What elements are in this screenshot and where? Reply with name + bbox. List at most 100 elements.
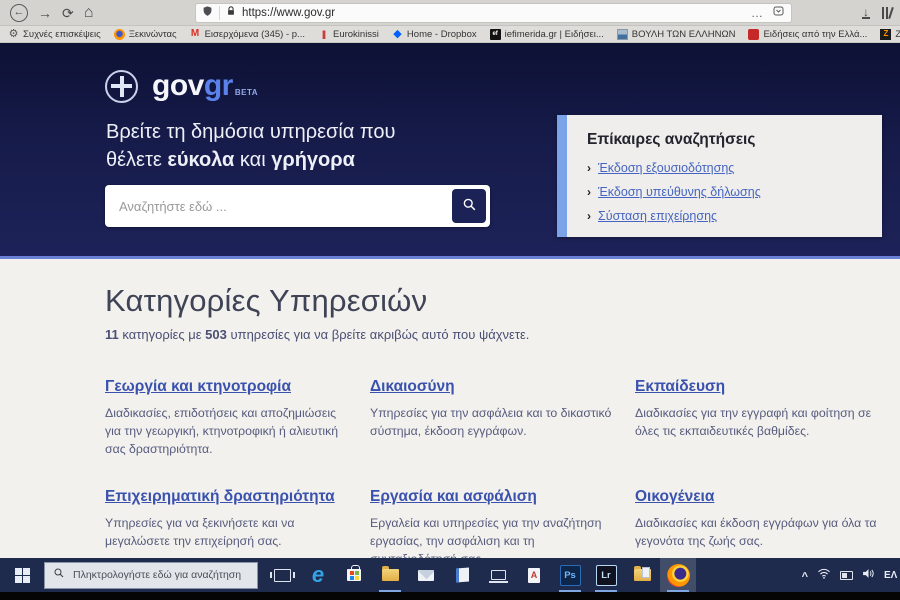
urlbar-divider — [219, 6, 220, 20]
shield-icon[interactable] — [202, 4, 213, 22]
bookmark-item[interactable]: ΒΟΥΛΗ ΤΩΝ ΕΛΛΗΝΩΝ — [617, 29, 736, 40]
url-text[interactable]: https://www.gov.gr — [242, 7, 751, 19]
firefox-icon — [667, 564, 690, 587]
folder-file-icon — [634, 569, 651, 581]
logo-gr: gr — [204, 69, 233, 102]
back-icon[interactable]: ← — [10, 4, 28, 22]
bookmark-item[interactable]: efiefimerida.gr | Ειδήσει... — [490, 29, 604, 40]
magnifier-icon — [462, 197, 477, 215]
start-button[interactable] — [0, 558, 44, 592]
power-status-icon[interactable] — [840, 571, 853, 580]
logo-text: govgrBETA — [152, 69, 258, 103]
store-icon — [347, 569, 361, 581]
zougla-icon: Z — [880, 29, 891, 40]
lightroom-icon: Lr — [596, 565, 617, 586]
firefox-button[interactable] — [660, 558, 696, 592]
site-search-input[interactable] — [105, 199, 452, 214]
parliament-flag-icon — [617, 29, 628, 40]
category-link[interactable]: Γεωργία και κτηνοτροφία — [105, 378, 291, 396]
iefimerida-icon: ef — [490, 29, 501, 40]
bookmark-item[interactable]: MΕισερχόμενα (345) - p... — [190, 29, 305, 40]
category-card: Εκπαίδευση Διαδικασίες για την εγγραφή κ… — [635, 378, 885, 458]
mail-icon — [418, 570, 434, 581]
a-document-icon: A — [528, 568, 540, 583]
windows-logo-icon — [15, 568, 30, 583]
page-actions-icon[interactable]: … — [751, 6, 764, 20]
bookmark-item[interactable]: Z Zougla online — [880, 29, 900, 40]
system-tray: ^ ΕΛ — [802, 558, 900, 592]
link-arrow-icon: › — [587, 209, 591, 223]
topical-link-label[interactable]: Έκδοση υπεύθυνης δήλωσης — [598, 185, 761, 199]
folder-shortcut-button[interactable] — [624, 558, 660, 592]
pocket-icon[interactable] — [772, 4, 785, 22]
topical-link[interactable]: › Σύσταση επιχείρησης — [587, 209, 862, 223]
downloads-icon[interactable]: ↓ — [862, 7, 870, 19]
link-arrow-icon: › — [587, 185, 591, 199]
category-link[interactable]: Εργασία και ασφάλιση — [370, 488, 537, 506]
refresh-icon[interactable]: ⟳ — [62, 6, 74, 20]
hero-section: govgrBETA Βρείτε τη δημόσια υπηρεσία που… — [0, 43, 900, 259]
categories-subtitle: 11 κατηγορίες με 503 υπηρεσίες για να βρ… — [105, 327, 900, 342]
mail-button[interactable] — [408, 558, 444, 592]
hero-heading: Βρείτε τη δημόσια υπηρεσία που θέλετε εύ… — [106, 118, 395, 174]
library-icon[interactable] — [882, 7, 892, 19]
categories-section: Κατηγορίες Υπηρεσιών 11 κατηγορίες με 50… — [0, 259, 900, 569]
bookmark-label: Home - Dropbox — [407, 29, 477, 40]
computer-app-button[interactable] — [480, 558, 516, 592]
home-icon[interactable]: ⌂ — [84, 5, 94, 21]
document-app-button[interactable]: A — [516, 558, 552, 592]
topical-link-label[interactable]: Έκδοση εξουσιοδότησης — [598, 161, 734, 175]
bookmark-item[interactable]: ⚙Συχνές επισκέψεις — [8, 29, 101, 40]
category-link[interactable]: Δικαιοσύνη — [370, 378, 455, 396]
store-button[interactable] — [336, 558, 372, 592]
category-grid: Γεωργία και κτηνοτροφία Διαδικασίες, επι… — [105, 378, 885, 569]
bookmark-label: Εισερχόμενα (345) - p... — [205, 29, 305, 40]
bookmark-item[interactable]: Ειδήσεις από την Ελλά... — [748, 29, 867, 40]
notebook-app-button[interactable] — [444, 558, 480, 592]
search-button[interactable] — [452, 189, 486, 223]
url-bar[interactable]: https://www.gov.gr … — [195, 3, 792, 23]
category-link[interactable]: Οικογένεια — [635, 488, 714, 506]
task-view-button[interactable] — [264, 558, 300, 592]
taskbar-search[interactable] — [44, 562, 258, 589]
photoshop-button[interactable]: Ps — [552, 558, 588, 592]
govgr-logo[interactable]: govgrBETA — [105, 69, 258, 103]
bookmark-item[interactable]: ||Eurokinissi — [318, 29, 379, 40]
category-description: Υπηρεσίες για να ξεκινήσετε και να μεγαλ… — [105, 515, 355, 551]
edge-icon: e — [312, 564, 324, 586]
category-card: Γεωργία και κτηνοτροφία Διαδικασίες, επι… — [105, 378, 355, 458]
photoshop-icon: Ps — [560, 565, 581, 586]
topical-title: Επίκαιρες αναζητήσεις — [587, 131, 862, 149]
category-card: Οικογένεια Διαδικασίες και έκδοση εγγράφ… — [635, 488, 885, 568]
file-explorer-button[interactable] — [372, 558, 408, 592]
bookmark-label: Zougla online — [895, 29, 900, 40]
taskbar-search-input[interactable] — [73, 569, 249, 581]
bookmark-item[interactable]: Ξεκινώντας — [114, 29, 177, 40]
notebook-icon — [456, 568, 469, 583]
speaker-icon[interactable] — [862, 566, 875, 584]
link-arrow-icon: › — [587, 161, 591, 175]
tray-chevron-up-icon[interactable]: ^ — [802, 571, 808, 583]
wifi-icon[interactable] — [817, 566, 831, 584]
topical-link[interactable]: › Έκδοση εξουσιοδότησης — [587, 161, 862, 175]
category-description: Διαδικασίες για την εγγραφή και φοίτηση … — [635, 405, 885, 441]
bookmark-label: Συχνές επισκέψεις — [23, 29, 101, 40]
edge-button[interactable]: e — [300, 558, 336, 592]
logo-gov: gov — [152, 69, 204, 102]
browser-toolbar: ← → ⟳ ⌂ https://www.gov.gr … ↓ — [0, 0, 900, 26]
category-link[interactable]: Επιχειρηματική δραστηριότητα — [105, 488, 335, 506]
forward-icon[interactable]: → — [38, 6, 52, 20]
category-description: Διαδικασίες και έκδοση εγγράφων για όλα … — [635, 515, 885, 551]
lock-icon — [226, 4, 236, 22]
bookmarks-bar: ⚙Συχνές επισκέψεις Ξεκινώντας MΕισερχόμενα… — [0, 26, 900, 43]
lightroom-button[interactable]: Lr — [588, 558, 624, 592]
bookmark-item[interactable]: ◆Home - Dropbox — [392, 29, 477, 40]
bookmark-label: Ξεκινώντας — [129, 29, 177, 40]
logo-beta-badge: BETA — [235, 88, 258, 97]
topical-link[interactable]: › Έκδοση υπεύθυνης δήλωσης — [587, 185, 862, 199]
taskbar-search-icon — [53, 566, 65, 584]
language-indicator[interactable]: ΕΛ — [884, 570, 900, 581]
topical-link-label[interactable]: Σύσταση επιχείρησης — [598, 209, 717, 223]
topical-searches-panel: Επίκαιρες αναζητήσεις › Έκδοση εξουσιοδό… — [557, 115, 882, 237]
category-link[interactable]: Εκπαίδευση — [635, 378, 725, 396]
